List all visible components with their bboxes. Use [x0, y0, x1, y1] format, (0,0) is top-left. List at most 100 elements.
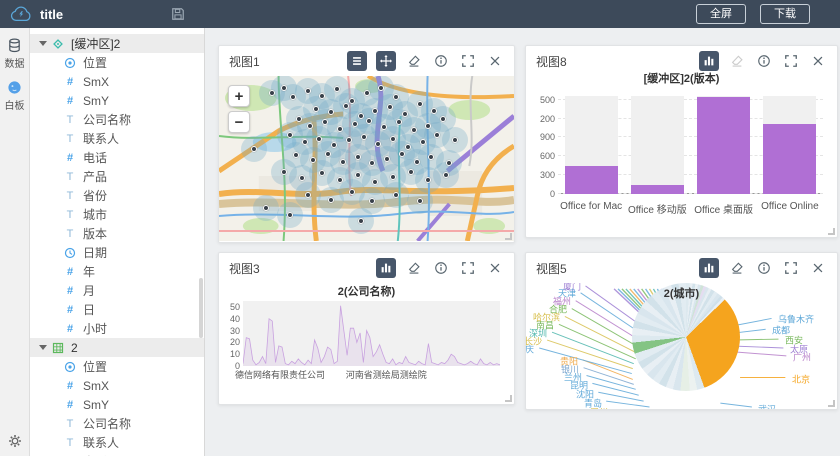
resize-handle[interactable]: [828, 400, 835, 407]
info-icon[interactable]: [432, 52, 450, 70]
field-name: 版本: [83, 225, 107, 242]
field-item-公司名称[interactable]: T公司名称: [30, 110, 204, 129]
field-item-电话[interactable]: #电话: [30, 148, 204, 167]
resize-handle[interactable]: [828, 228, 835, 235]
y-tick-label: 40: [230, 314, 240, 324]
info-icon[interactable]: [432, 259, 450, 277]
map-point-marker: [369, 160, 375, 166]
field-name: 联系人: [83, 130, 119, 147]
map-point-marker: [364, 90, 370, 96]
field-item-月[interactable]: #月: [30, 281, 204, 300]
info-icon[interactable]: [755, 52, 773, 70]
field-panel-scrollbar[interactable]: [199, 278, 203, 338]
map-zoom-in-button[interactable]: +: [228, 85, 250, 107]
map-point-marker: [322, 119, 328, 125]
map-point-marker: [337, 177, 343, 183]
download-button[interactable]: 下载: [760, 4, 810, 24]
field-type-num-icon: #: [64, 266, 76, 278]
map-point-marker: [393, 192, 399, 198]
map-point-marker: [281, 85, 287, 91]
field-item-联系人[interactable]: T联系人: [30, 129, 204, 148]
map-zoom-out-button[interactable]: −: [228, 111, 250, 133]
card-title: 视图1: [229, 53, 260, 70]
fullscreen-icon[interactable]: [459, 52, 477, 70]
rail-item-data[interactable]: 数据: [0, 28, 29, 70]
field-item-产品[interactable]: T产品: [30, 167, 204, 186]
map-point-marker: [349, 98, 355, 104]
card-view5: 视图5 2(城市) 乌鲁木齐成都西安太原广州北京武汉济南南京烟台温州青岛沈阳昆明…: [525, 252, 838, 410]
eraser-icon[interactable]: [405, 52, 423, 70]
field-item-省份[interactable]: T 省份: [30, 186, 204, 205]
resize-handle[interactable]: [505, 395, 512, 402]
bar-chart: 0300600900200500: [558, 96, 823, 194]
x-category-label: Office for Mac: [560, 201, 622, 212]
field-item-城市[interactable]: T城市: [30, 205, 204, 224]
dataset-group-0[interactable]: [缓冲区]2: [30, 34, 204, 53]
pan-icon[interactable]: [376, 51, 396, 71]
map-point-marker: [396, 119, 402, 125]
fullscreen-icon[interactable]: [782, 52, 800, 70]
resize-handle[interactable]: [505, 233, 512, 240]
map-point-marker: [358, 218, 364, 224]
chart-icon[interactable]: [699, 258, 719, 278]
dataset-icon: [52, 342, 64, 354]
collapse-triangle-icon[interactable]: [39, 345, 47, 350]
field-item-联系人[interactable]: T联系人: [30, 433, 204, 452]
field-item-电话[interactable]: #电话: [30, 452, 204, 456]
field-type-txt-icon: T: [64, 190, 76, 202]
y-tick-label: 500: [540, 95, 555, 105]
info-icon[interactable]: [755, 259, 773, 277]
field-item-位置[interactable]: 位置: [30, 53, 204, 72]
eraser-icon[interactable]: [405, 259, 423, 277]
dataset-name: 2: [71, 341, 78, 355]
top-bar: title 全屏 下载: [0, 0, 840, 28]
close-icon[interactable]: [486, 259, 504, 277]
field-type-txt-icon: T: [64, 418, 76, 430]
line-x-axis-labels: 德信网络有限责任公司河南省测绘局测绘院: [243, 368, 500, 380]
dataset-group-1[interactable]: 2: [30, 338, 204, 357]
field-item-日[interactable]: #日: [30, 300, 204, 319]
x-category-label: Office Online: [761, 201, 819, 212]
collapse-triangle-icon[interactable]: [39, 41, 47, 46]
fullscreen-icon[interactable]: [782, 259, 800, 277]
bar-Office 移动版: [631, 185, 684, 194]
rail-item-board[interactable]: 白板: [0, 70, 29, 112]
field-item-公司名称[interactable]: T公司名称: [30, 414, 204, 433]
map-point-marker: [281, 169, 287, 175]
field-item-SmX[interactable]: #SmX: [30, 376, 204, 395]
y-tick-label: 600: [540, 151, 555, 161]
eraser-icon[interactable]: [728, 52, 746, 70]
map-point-marker: [310, 157, 316, 163]
fullscreen-button[interactable]: 全屏: [696, 4, 746, 24]
field-item-年[interactable]: #年: [30, 262, 204, 281]
map-point-marker: [417, 198, 423, 204]
pie-label-武汉: 武汉: [758, 403, 776, 410]
dataset-icon: [52, 38, 64, 50]
close-icon[interactable]: [486, 52, 504, 70]
settings-gear-icon[interactable]: [8, 434, 22, 448]
field-item-SmX[interactable]: #SmX: [30, 72, 204, 91]
field-name: 省份: [83, 187, 107, 204]
field-item-位置[interactable]: 位置: [30, 357, 204, 376]
field-item-SmY[interactable]: #SmY: [30, 395, 204, 414]
close-icon[interactable]: [809, 259, 827, 277]
map-view[interactable]: + −: [219, 76, 514, 241]
y-tick-label: 30: [230, 326, 240, 336]
chart-icon[interactable]: [376, 258, 396, 278]
map-point-marker: [414, 159, 420, 165]
field-item-小时[interactable]: #小时: [30, 319, 204, 338]
field-item-日期[interactable]: 日期: [30, 243, 204, 262]
map-point-marker: [296, 116, 302, 122]
list-icon[interactable]: [347, 51, 367, 71]
map-point-marker: [334, 86, 340, 92]
chart-icon[interactable]: [699, 51, 719, 71]
map-point-marker: [387, 104, 393, 110]
field-name: 日期: [83, 244, 107, 261]
fullscreen-icon[interactable]: [459, 259, 477, 277]
save-icon[interactable]: [171, 7, 185, 21]
map-point-marker: [425, 123, 431, 129]
eraser-icon[interactable]: [728, 259, 746, 277]
close-icon[interactable]: [809, 52, 827, 70]
field-item-版本[interactable]: T版本: [30, 224, 204, 243]
field-item-SmY[interactable]: #SmY: [30, 91, 204, 110]
